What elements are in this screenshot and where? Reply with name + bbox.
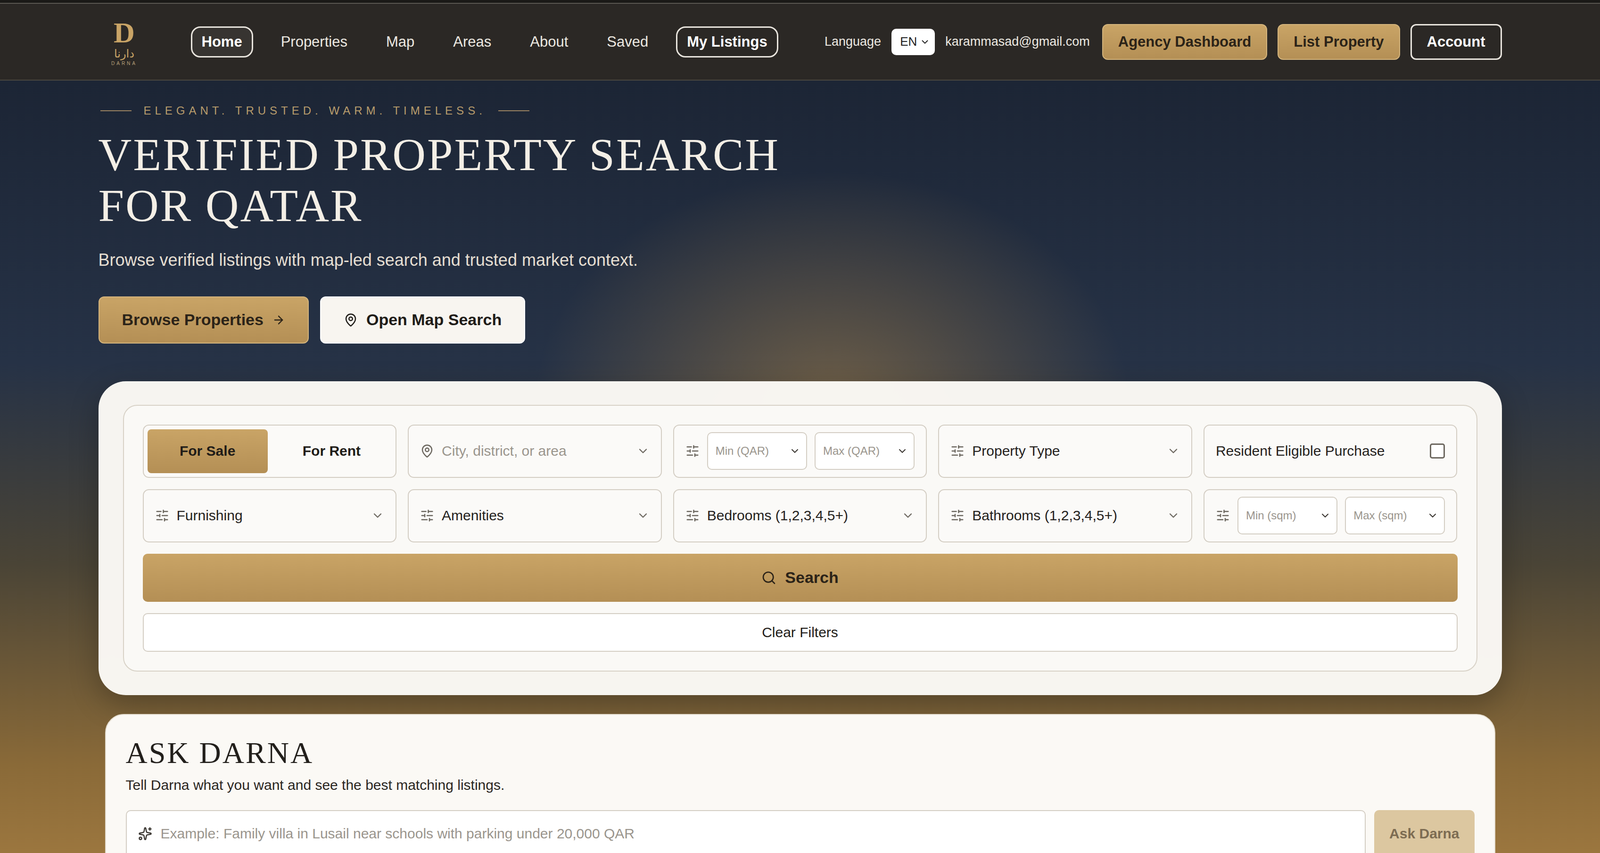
sliders-icon: [950, 444, 965, 459]
price-field: Min (QAR)Max (QAR): [673, 424, 928, 479]
chevron-down-icon: [1426, 510, 1439, 522]
chevron-down-icon: [919, 36, 931, 48]
user-email: karammasad@gmail.com: [945, 34, 1090, 50]
amenities-field-label: Amenities: [441, 507, 629, 524]
sparkles-icon: [138, 826, 153, 842]
property-type-field[interactable]: Property Type: [938, 424, 1193, 479]
page: DدارناDARNA Home Properties Map Areas About Sa…: [0, 0, 1600, 853]
bedrooms-field-label: Bedrooms (1,2,3,4,5+): [707, 507, 895, 524]
chevron-down-icon: [1319, 510, 1331, 522]
nav-item[interactable]: Saved: [595, 26, 660, 58]
search-card: For SaleFor Rent City, district, or area M…: [98, 381, 1502, 696]
hero-title: VERIFIED PROPERTY SEARCHFOR QATAR: [98, 129, 1502, 232]
language-label: Language: [824, 34, 882, 50]
logo-latin: DARNA: [111, 61, 138, 66]
map-pin-icon: [343, 313, 358, 328]
sliders-icon: [1215, 508, 1230, 523]
chevron-down-icon: [636, 509, 650, 523]
tagline-rule: [498, 110, 530, 112]
hero-title-line: VERIFIED PROPERTY SEARCH: [98, 129, 1502, 181]
hero: ELEGANT. TRUSTED. WARM. TIMELESS. VERIFIE…: [0, 80, 1600, 853]
filter-row: Furnishing Amenities Bedrooms (1,2,3,4,5+)…: [142, 489, 1458, 543]
sliders-icon: [685, 444, 700, 459]
area-field: Min (sqm)Max (sqm): [1203, 489, 1458, 543]
ask-input-field: [125, 810, 1367, 853]
chevron-down-icon: [901, 509, 915, 523]
ask-card: ASK DARNA Tell Darna what you want and se…: [105, 714, 1496, 853]
arrow-right-icon: [272, 313, 286, 327]
header-inner: DدارناDARNA Home Properties Map Areas About Sa…: [98, 3, 1502, 80]
header: DدارناDARNA Home Properties Map Areas About Sa…: [0, 3, 1600, 81]
map-pin-icon: [420, 444, 435, 459]
chevron-down-icon: [896, 445, 908, 457]
chevron-down-icon: [1166, 509, 1180, 523]
header-button[interactable]: List Property: [1277, 24, 1400, 60]
bathrooms-field-label: Bathrooms (1,2,3,4,5+): [972, 507, 1160, 524]
sliders-icon: [950, 508, 965, 523]
nav-item[interactable]: Areas: [442, 26, 503, 58]
sliders-icon: [685, 508, 700, 523]
top-strip: [0, 0, 1600, 4]
resident-eligible-checkbox[interactable]: [1429, 443, 1445, 459]
ask-subtitle: Tell Darna what you want and see the bes…: [125, 777, 1475, 794]
tagline-rule: [100, 110, 132, 112]
search-panel: For SaleFor Rent City, district, or area M…: [123, 404, 1478, 672]
hero-buttons: Browse PropertiesOpen Map Search: [98, 296, 1502, 344]
location-field-label: City, district, or area: [441, 443, 629, 460]
amenities-field[interactable]: Amenities: [407, 489, 662, 543]
mode-option[interactable]: For Rent: [271, 429, 392, 474]
logo-arabic: دارنا: [114, 48, 135, 60]
bathrooms-field[interactable]: Bathrooms (1,2,3,4,5+): [938, 489, 1193, 543]
header-actions: Language EN karammasad@gmail.com Agency Das…: [824, 24, 1502, 60]
logo[interactable]: DدارناDARNA: [98, 17, 151, 66]
search-button[interactable]: Search: [142, 553, 1458, 603]
ask-button[interactable]: Ask Darna: [1374, 810, 1475, 853]
furnishing-field-label: Furnishing: [176, 507, 364, 524]
ask-input[interactable]: [159, 825, 1354, 843]
header-button[interactable]: Agency Dashboard: [1102, 24, 1268, 60]
filter-row: For SaleFor Rent City, district, or area M…: [142, 424, 1458, 479]
mode-toggle: For SaleFor Rent: [142, 424, 397, 479]
nav-item[interactable]: Home: [190, 26, 254, 58]
hero-title-line: FOR QATAR: [98, 180, 1502, 232]
location-field[interactable]: City, district, or area: [407, 424, 662, 479]
nav-item[interactable]: My Listings: [676, 26, 779, 58]
hero-button[interactable]: Open Map Search: [320, 296, 526, 344]
resident-eligible-field[interactable]: Resident Eligible Purchase: [1203, 424, 1458, 479]
property-type-field-label: Property Type: [972, 443, 1160, 460]
nav-item[interactable]: About: [519, 26, 579, 58]
logo-mark: D: [113, 17, 135, 48]
price-field-max[interactable]: Max (QAR): [814, 432, 915, 471]
furnishing-field[interactable]: Furnishing: [142, 489, 397, 543]
hero-button[interactable]: Browse Properties: [98, 296, 309, 344]
clear-filters-button[interactable]: Clear Filters: [142, 613, 1458, 652]
header-button[interactable]: Account: [1410, 24, 1502, 60]
sliders-icon: [155, 508, 170, 523]
price-field-min[interactable]: Min (QAR): [707, 432, 808, 471]
nav-item[interactable]: Map: [375, 26, 426, 58]
bedrooms-field[interactable]: Bedrooms (1,2,3,4,5+): [673, 489, 928, 543]
chevron-down-icon: [1166, 444, 1180, 458]
area-field-min[interactable]: Min (sqm): [1237, 496, 1338, 535]
chevron-down-icon: [789, 445, 801, 457]
resident-eligible-label: Resident Eligible Purchase: [1215, 443, 1423, 460]
ask-row: Ask Darna: [125, 810, 1475, 853]
mode-option[interactable]: For Sale: [147, 429, 268, 474]
hero-inner: ELEGANT. TRUSTED. WARM. TIMELESS. VERIFIE…: [98, 104, 1502, 853]
tagline: ELEGANT. TRUSTED. WARM. TIMELESS.: [100, 104, 1502, 118]
area-field-max[interactable]: Max (sqm): [1344, 496, 1445, 535]
ask-title: ASK DARNA: [125, 735, 1475, 771]
sliders-icon: [420, 508, 435, 523]
chevron-down-icon: [636, 444, 650, 458]
hero-subtitle: Browse verified listings with map-led se…: [98, 250, 1502, 271]
chevron-down-icon: [371, 509, 385, 523]
search-icon: [761, 570, 777, 586]
main-nav: Home Properties Map Areas About Saved My Listi…: [190, 26, 779, 58]
language-select[interactable]: EN: [891, 28, 935, 56]
nav-item[interactable]: Properties: [270, 26, 359, 58]
